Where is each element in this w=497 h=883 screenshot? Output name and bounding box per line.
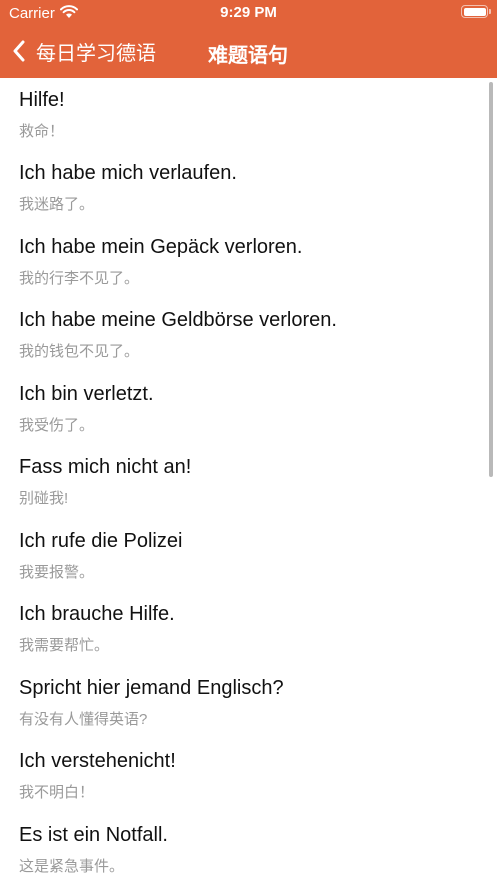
phrase-german: Hilfe!: [19, 89, 65, 111]
phrase-german: Ich verstehenicht!: [19, 750, 176, 772]
phrase-chinese: 有没有人懂得英语?: [19, 711, 148, 728]
phrase-german: Spricht hier jemand Englisch?: [19, 677, 284, 699]
page-title: 难题语句: [208, 45, 288, 67]
phrase-chinese: 我迷路了。: [19, 196, 95, 213]
back-button[interactable]: 每日学习德语: [12, 36, 156, 66]
phrase-german: Es ist ein Notfall.: [19, 824, 168, 846]
list-item[interactable]: Ich rufe die Polizei 我要报警。: [0, 519, 497, 592]
battery-icon: [461, 5, 491, 18]
phrase-german: Ich habe meine Geldbörse verloren.: [19, 309, 337, 331]
list-item[interactable]: Ich brauche Hilfe. 我需要帮忙。: [0, 592, 497, 665]
phrase-chinese: 别碰我!: [19, 490, 69, 507]
phrase-chinese: 我要报警。: [19, 564, 95, 581]
list-item[interactable]: Ich habe meine Geldbörse verloren. 我的钱包不…: [0, 298, 497, 371]
phrase-chinese: 我的钱包不见了。: [19, 343, 140, 360]
list-item[interactable]: Ich habe mein Gepäck verloren. 我的行李不见了。: [0, 225, 497, 298]
phrase-chinese: 我需要帮忙。: [19, 637, 110, 654]
header: Carrier 9:29 PM 每日学习德语 难题语句: [0, 0, 497, 78]
phrase-german: Ich habe mein Gepäck verloren.: [19, 236, 303, 258]
phrase-german: Ich rufe die Polizei: [19, 530, 183, 552]
status-time: 9:29 PM: [220, 4, 277, 21]
phrase-chinese: 我受伤了。: [19, 417, 95, 434]
status-bar: Carrier 9:29 PM: [0, 0, 497, 28]
phrase-german: Ich habe mich verlaufen.: [19, 162, 237, 184]
list-item[interactable]: Ich verstehenicht! 我不明白！: [0, 739, 497, 812]
phrase-german: Ich bin verletzt.: [19, 383, 154, 405]
phrase-german: Ich brauche Hilfe.: [19, 603, 175, 625]
back-button-label: 每日学习德语: [36, 42, 156, 65]
phrase-list[interactable]: Hilfe! 救命！ Ich habe mich verlaufen. 我迷路了…: [0, 78, 497, 883]
chevron-left-icon: [13, 40, 25, 62]
phrase-german: Fass mich nicht an!: [19, 456, 192, 478]
phrase-chinese: 我不明白！: [19, 784, 95, 801]
scrollbar[interactable]: [489, 82, 493, 477]
navigation-bar: 每日学习德语 难题语句: [0, 28, 497, 78]
list-item[interactable]: Spricht hier jemand Englisch? 有没有人懂得英语?: [0, 666, 497, 739]
phrase-chinese: 我的行李不见了。: [19, 270, 140, 287]
phrase-chinese: 这是紧急事件。: [19, 858, 125, 875]
list-item[interactable]: Ich habe mich verlaufen. 我迷路了。: [0, 151, 497, 224]
list-item[interactable]: Hilfe! 救命！: [0, 78, 497, 151]
list-item[interactable]: Fass mich nicht an! 别碰我!: [0, 445, 497, 518]
phrase-chinese: 救命！: [19, 123, 65, 140]
list-item[interactable]: Ich bin verletzt. 我受伤了。: [0, 372, 497, 445]
list-item[interactable]: Es ist ein Notfall. 这是紧急事件。: [0, 813, 497, 883]
